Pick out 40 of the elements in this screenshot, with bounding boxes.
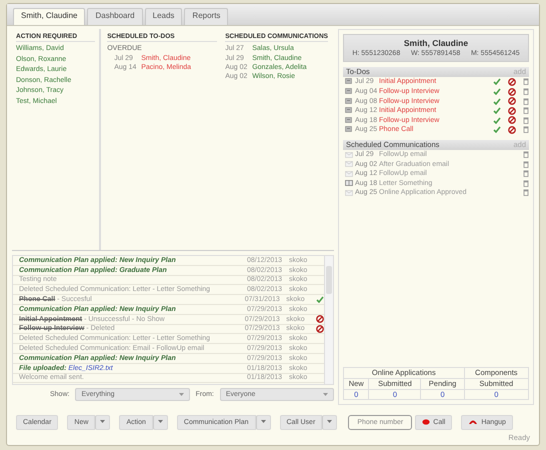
- trash-icon: [523, 126, 529, 134]
- dropdown-arrow-icon: [178, 392, 184, 396]
- note-icon: [345, 116, 353, 124]
- trash-icon: [523, 189, 529, 196]
- trash-icon: [523, 170, 529, 178]
- caret-icon: [327, 420, 332, 424]
- envelope-icon: [345, 161, 353, 168]
- tab[interactable]: Leads: [144, 8, 182, 25]
- caret-icon: [260, 420, 266, 424]
- cancel-icon: [508, 78, 516, 86]
- caret-button[interactable]: [256, 414, 270, 430]
- caret-icon: [158, 420, 163, 424]
- note-icon: [345, 126, 353, 134]
- caret-icon: [100, 420, 106, 424]
- trash-icon: [523, 160, 529, 168]
- note-icon: [345, 98, 353, 105]
- tab[interactable]: Smith, Claudine: [13, 8, 86, 25]
- scrollbar[interactable]: [324, 256, 333, 384]
- envelope-icon: [345, 190, 353, 196]
- caret-button[interactable]: [95, 414, 110, 430]
- trash-icon: [523, 98, 529, 105]
- tab[interactable]: Dashboard: [87, 8, 143, 25]
- letter-icon: [345, 180, 353, 186]
- note-icon: [345, 78, 353, 86]
- caret-button[interactable]: [322, 414, 338, 430]
- dropdown-arrow-icon: [323, 392, 328, 396]
- caret-button[interactable]: [152, 414, 168, 430]
- trash-icon: [523, 107, 529, 114]
- envelope-icon: [345, 170, 353, 177]
- envelope-icon: [345, 152, 353, 158]
- trash-icon: [523, 78, 529, 86]
- trash-icon: [523, 88, 529, 96]
- trash-icon: [523, 180, 529, 187]
- note-icon: [345, 88, 353, 96]
- hangup-icon: [468, 419, 478, 426]
- note-icon: [345, 107, 353, 114]
- contact-name: Smith, Claudine: [402, 38, 470, 50]
- trash-icon: [523, 116, 529, 124]
- trash-icon: [523, 151, 529, 158]
- tab[interactable]: Reports: [184, 8, 228, 25]
